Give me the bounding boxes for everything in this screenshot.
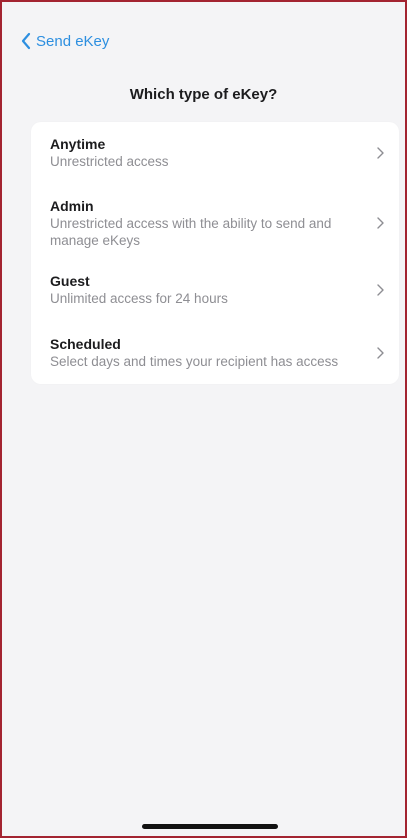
- option-description: Unrestricted access: [50, 154, 169, 169]
- page-title: Which type of eKey?: [129, 86, 278, 103]
- option-admin[interactable]: Admin Unrestricted access with the abili…: [50, 197, 385, 249]
- chevron-right-icon: [377, 146, 384, 159]
- option-description: Unlimited access for 24 hours: [50, 291, 228, 306]
- option-title: Admin: [50, 198, 94, 214]
- option-title: Guest: [50, 273, 90, 289]
- option-title: Scheduled: [50, 336, 121, 352]
- option-anytime[interactable]: Anytime Unrestricted access: [50, 135, 385, 170]
- chevron-right-icon: [377, 217, 384, 229]
- chevron-right-icon: [377, 346, 384, 359]
- option-scheduled[interactable]: Scheduled Select days and times your rec…: [50, 335, 385, 370]
- ekey-type-list: Anytime Unrestricted access Admin Unrest…: [31, 122, 399, 384]
- option-description: Select days and times your recipient has…: [50, 354, 339, 369]
- option-description: Unrestricted access with the ability to …: [50, 216, 332, 248]
- app-screen: Send eKey Which type of eKey? Anytime Un…: [0, 0, 407, 838]
- home-indicator[interactable]: [142, 824, 278, 829]
- option-guest[interactable]: Guest Unlimited access for 24 hours: [50, 272, 385, 307]
- back-button[interactable]: Send eKey: [20, 32, 109, 50]
- chevron-right-icon: [377, 283, 384, 296]
- option-title: Anytime: [50, 136, 106, 152]
- chevron-left-icon: [21, 32, 31, 50]
- back-button-label: Send eKey: [36, 32, 110, 50]
